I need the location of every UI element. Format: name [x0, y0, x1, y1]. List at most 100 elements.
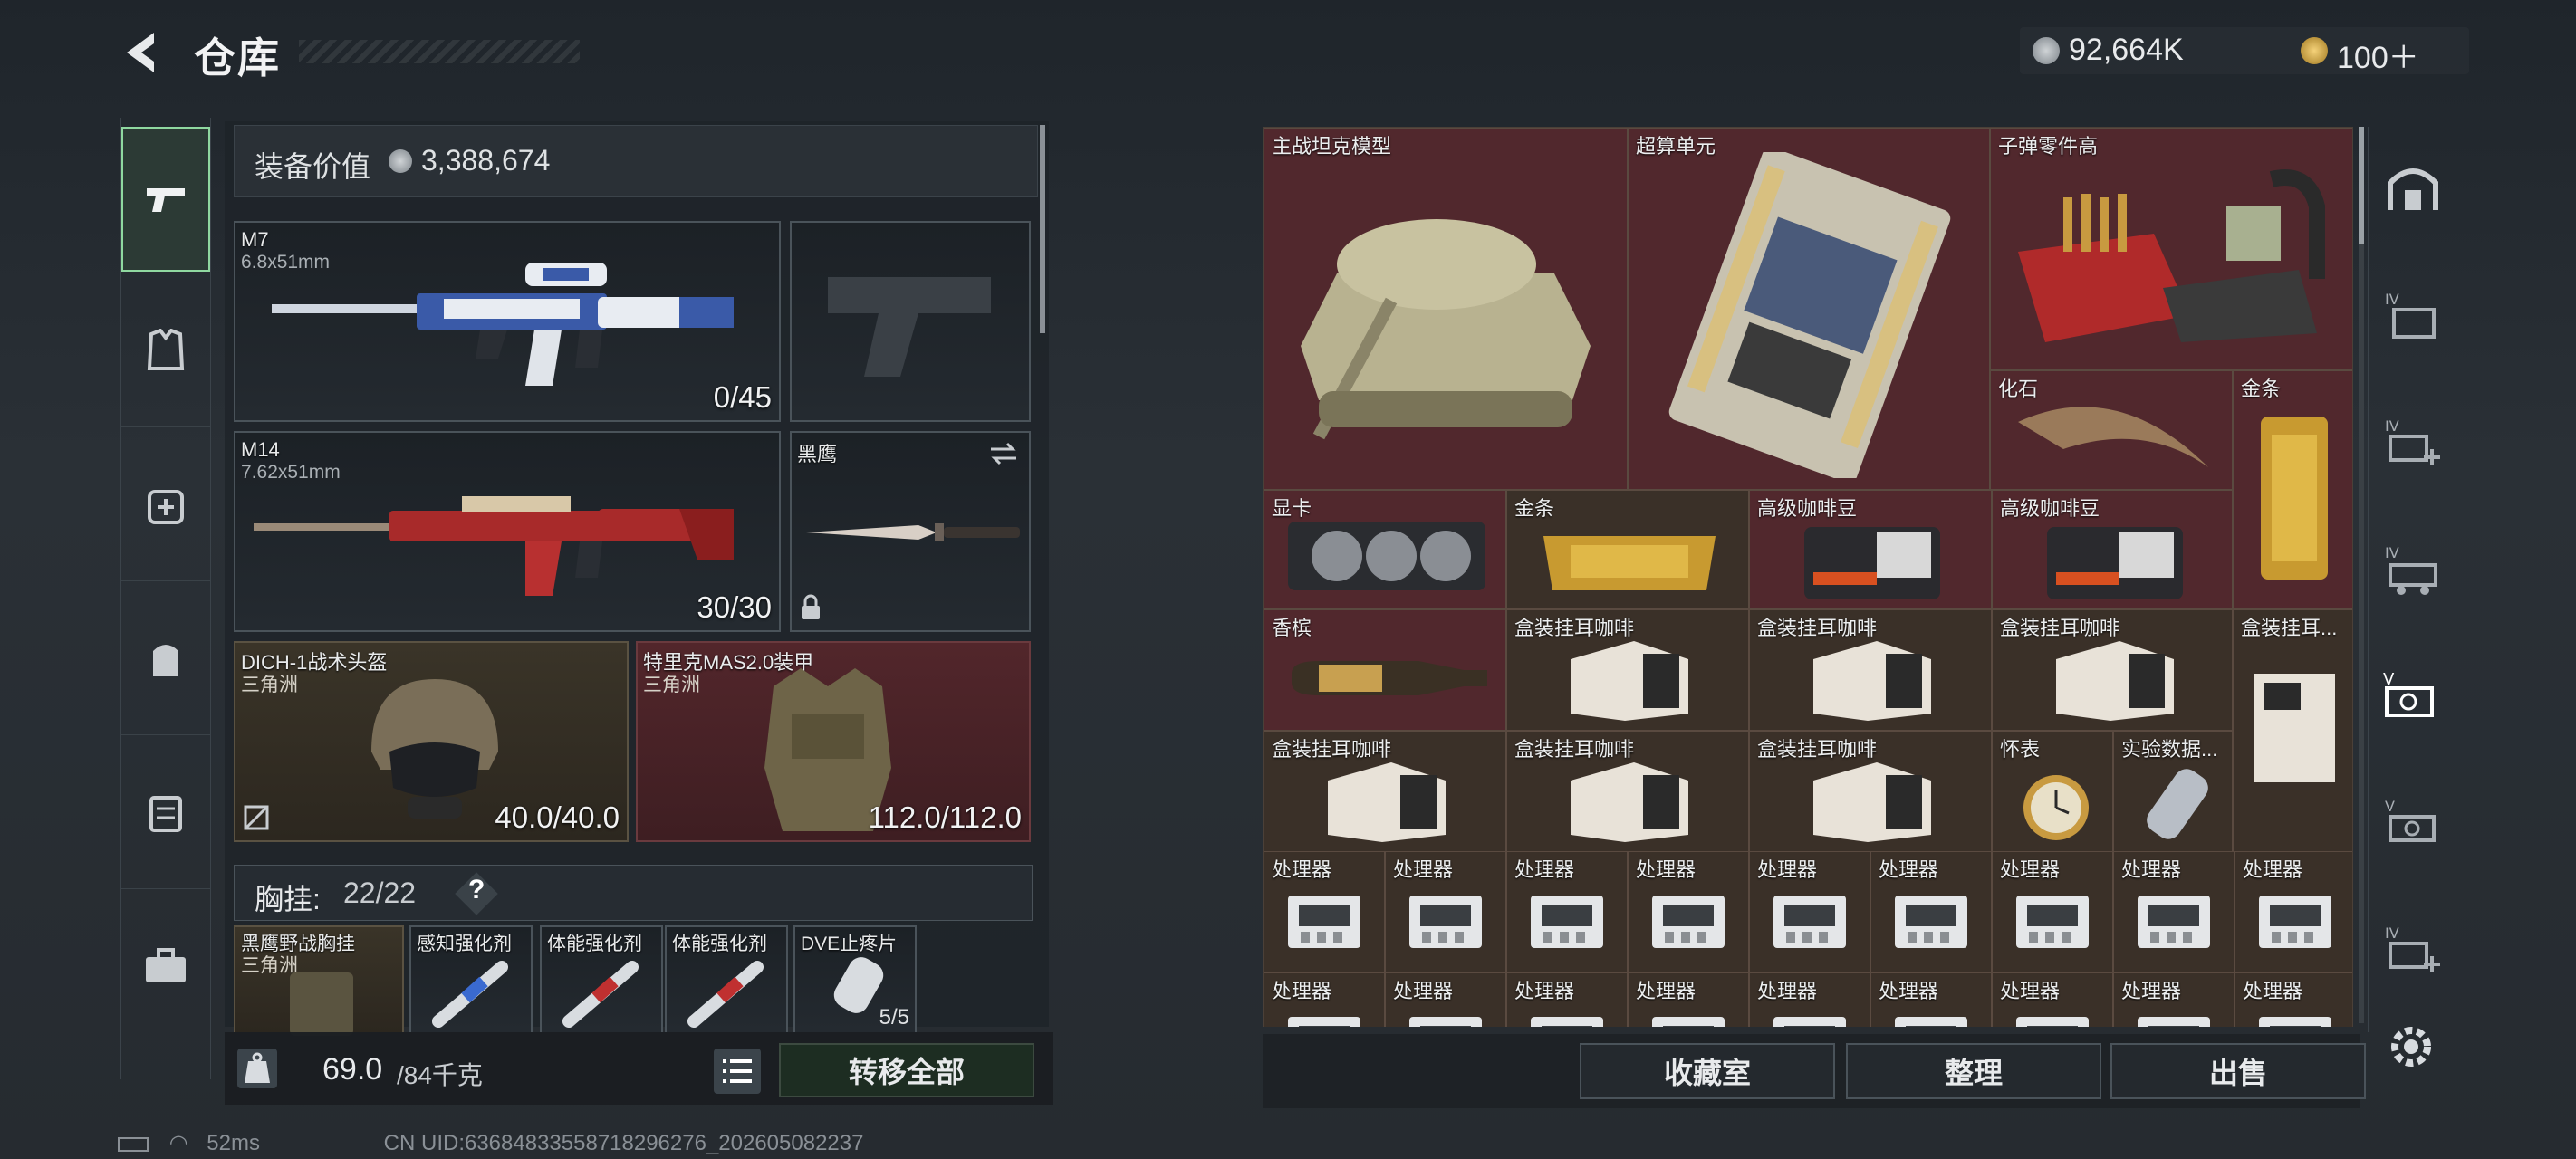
warehouse-tabs: IV IV IV V V IV — [2368, 127, 2455, 1032]
warehouse-item[interactable]: 高级咖啡豆 — [1992, 490, 2233, 609]
melee-name: 黑鹰 — [797, 443, 838, 465]
item-name: 处理器 — [1757, 858, 1818, 881]
warehouse-scrollbar-track[interactable] — [2359, 127, 2364, 1023]
warehouse-item[interactable]: 处理器 — [1264, 851, 1385, 972]
equipment-value-bar: 装备价值 3,388,674 — [234, 125, 1038, 197]
warehouse-item[interactable]: 处理器 — [1385, 972, 1506, 1027]
tab-storage-5-active[interactable]: V — [2372, 663, 2452, 726]
list-view-button[interactable] — [714, 1049, 761, 1094]
processor-icon — [2138, 896, 2210, 948]
collection-room-button[interactable]: 收藏室 — [1580, 1043, 1835, 1099]
tab-storage-5b[interactable]: V — [2381, 790, 2445, 853]
organize-button[interactable]: 整理 — [1846, 1043, 2101, 1099]
equipment-scrollbar[interactable] — [1040, 125, 1045, 333]
ammo-parts-icon — [2018, 169, 2325, 342]
transfer-all-button[interactable]: 转移全部 — [779, 1043, 1034, 1097]
tab-storage-add-2[interactable]: IV — [2381, 916, 2445, 980]
warehouse-item[interactable]: 盒装挂耳咖啡 — [1749, 609, 1992, 731]
rig-item-slot[interactable]: DVE止疼片 5/5 — [793, 925, 917, 1032]
rig-item-slot[interactable]: 感知强化剂 — [409, 925, 533, 1032]
processor-icon — [2259, 896, 2331, 948]
warehouse-item[interactable]: 盒装挂耳咖啡 — [1264, 731, 1506, 852]
tab-overview[interactable] — [2381, 156, 2445, 219]
warehouse-item[interactable]: 金条 — [2233, 370, 2352, 609]
sidebar-tab-medical[interactable] — [121, 427, 210, 581]
item-name: 处理器 — [1636, 980, 1697, 1002]
warehouse-item[interactable]: 处理器 — [1506, 851, 1628, 972]
uid-text: CN UID:6368483355871829627­6_20260508223… — [383, 1131, 864, 1155]
melee-slot[interactable]: 黑鹰 — [790, 431, 1031, 632]
tab-storage-add-1[interactable]: IV — [2381, 409, 2445, 473]
sidebar-tab-backpack[interactable] — [121, 581, 210, 735]
helmet-slot[interactable]: DICH-1战术头盔 三角洲 40.0/40.0 — [234, 641, 629, 842]
item-name: 金条 — [2241, 378, 2282, 400]
gold-balance[interactable]: 100＋ — [2337, 33, 2419, 77]
svg-text:V: V — [2385, 798, 2395, 815]
warehouse-item[interactable]: 处理器 — [1749, 851, 1870, 972]
coffee-box-icon — [1813, 762, 1931, 842]
warehouse-item[interactable]: 盒装挂耳咖啡 — [1992, 609, 2233, 731]
warehouse-item[interactable]: 处理器 — [1628, 972, 1749, 1027]
secondary-weapon-slot[interactable]: M14 7.62x51mm 30/30 — [234, 431, 781, 632]
warehouse-item[interactable]: 金条 — [1506, 490, 1749, 609]
rig-item-slot[interactable]: 黑鹰野战胸挂 三角洲 — [234, 925, 404, 1036]
warehouse-item[interactable]: 主战坦克模型 — [1264, 128, 1628, 490]
item-name: 主战坦克模型 — [1272, 135, 1392, 158]
warehouse-item[interactable]: 处理器 — [2113, 972, 2235, 1027]
warehouse-item[interactable]: 处理器 — [1385, 851, 1506, 972]
warehouse-item[interactable]: 处理器 — [1870, 972, 1992, 1027]
help-button[interactable]: ? — [468, 875, 485, 905]
warehouse-item[interactable]: 怀表 — [1992, 731, 2113, 852]
warehouse-item[interactable]: 处理器 — [1264, 972, 1385, 1027]
warehouse-item[interactable]: 处理器 — [1749, 972, 1870, 1027]
warehouse-item[interactable]: 化石 — [1990, 370, 2233, 490]
warehouse-scrollbar-thumb[interactable] — [2359, 127, 2364, 244]
warehouse-item[interactable]: 处理器 — [2235, 851, 2352, 972]
champagne-icon — [1292, 661, 1487, 695]
sidebar-tab-toolbox[interactable] — [121, 889, 210, 1043]
rig-item-count: 5/5 — [879, 1005, 909, 1030]
swap-icon[interactable] — [987, 440, 1020, 467]
warehouse-item[interactable]: 处理器 — [1870, 851, 1992, 972]
warehouse-item[interactable]: 超算单元 — [1628, 128, 1990, 490]
processor-icon — [1409, 896, 1482, 948]
warehouse-item[interactable]: 处理器 — [1628, 851, 1749, 972]
sell-button[interactable]: 出售 — [2110, 1043, 2366, 1099]
processor-icon — [2016, 896, 2089, 948]
rig-item-slot[interactable]: 体能强化剂 — [665, 925, 788, 1032]
warehouse-item[interactable]: 盒装挂耳咖啡 — [1506, 609, 1749, 731]
warehouse-item[interactable]: 处理器 — [1506, 972, 1628, 1027]
warehouse-item[interactable]: 处理器 — [1992, 851, 2113, 972]
armor-slot[interactable]: 特里克MAS2.0装甲 三角洲 112.0/112.0 — [636, 641, 1031, 842]
warehouse-item[interactable]: 盒装挂耳咖啡 — [1506, 731, 1749, 852]
primary-weapon-slot[interactable]: M7 6.8x51mm 0/45 — [234, 221, 781, 422]
back-button[interactable] — [118, 27, 168, 78]
data-capsule-icon — [2147, 769, 2208, 839]
item-name: 盒装挂耳... — [2241, 617, 2338, 639]
no-insure-icon — [244, 805, 269, 830]
warehouse-item[interactable]: 实验数据... — [2113, 731, 2233, 852]
tab-storage-4[interactable]: IV — [2381, 283, 2445, 346]
item-name: 处理器 — [2121, 980, 2182, 1002]
tab-storage-truck[interactable]: IV — [2381, 536, 2445, 599]
warehouse-item[interactable]: 处理器 — [1992, 972, 2113, 1027]
sidebar-tab-armor[interactable] — [121, 273, 210, 427]
warehouse-item[interactable]: 盒装挂耳咖啡 — [1749, 731, 1992, 852]
warehouse-item[interactable]: 盒装挂耳... — [2233, 609, 2352, 852]
warehouse-item[interactable]: 香槟 — [1264, 609, 1506, 731]
warehouse-item[interactable]: 高级咖啡豆 — [1749, 490, 1992, 609]
warehouse-item[interactable]: 处理器 — [2235, 972, 2352, 1027]
warehouse-item[interactable]: 处理器 — [2113, 851, 2235, 972]
warehouse-item[interactable]: 显卡 — [1264, 490, 1506, 609]
case-icon — [149, 795, 182, 832]
item-name: 处理器 — [1393, 980, 1454, 1002]
rig-item-slot[interactable]: 体能强化剂 — [540, 925, 663, 1032]
sidebar-tab-weapons[interactable] — [121, 127, 210, 272]
coffee-box-icon — [1813, 641, 1931, 721]
pistol-slot[interactable] — [790, 221, 1031, 422]
item-name: 处理器 — [1636, 858, 1697, 881]
sidebar-tab-containers[interactable] — [121, 735, 210, 889]
settings-gear-icon[interactable] — [2384, 1020, 2438, 1074]
warehouse-item[interactable]: 子弹零件高 — [1990, 128, 2352, 370]
item-name: 处理器 — [2243, 980, 2303, 1002]
